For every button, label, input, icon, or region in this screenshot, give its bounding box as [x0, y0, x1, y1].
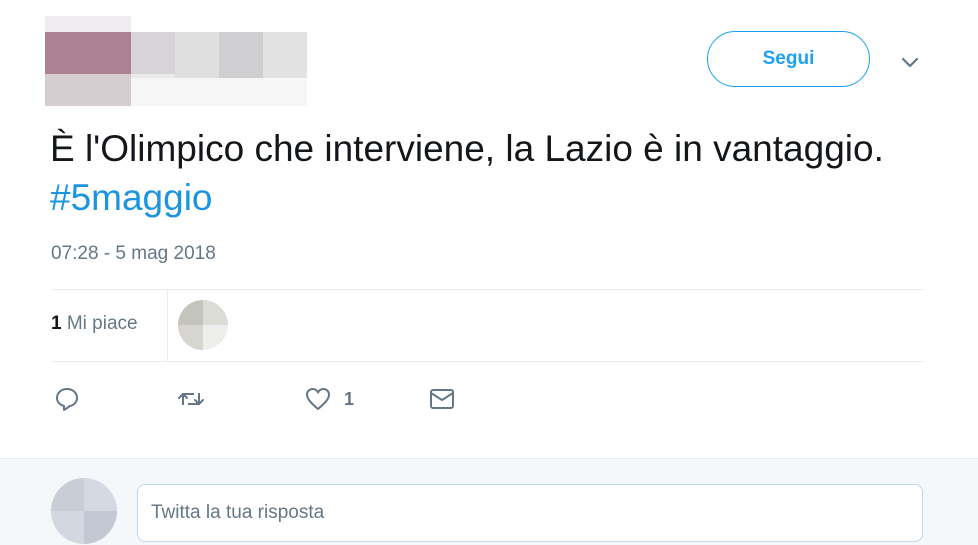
likes-count: 1: [51, 313, 62, 334]
likes-stat[interactable]: 1 Mi piace: [51, 313, 138, 335]
liker-avatar[interactable]: [178, 300, 228, 350]
likes-label: Mi piace: [66, 313, 138, 334]
envelope-icon: [430, 389, 454, 409]
tweet-text: È l'Olimpico che interviene, la Lazio è …: [50, 124, 910, 222]
stat-separator: [167, 290, 168, 361]
direct-message-action[interactable]: [428, 385, 456, 413]
censored-author-block[interactable]: [45, 16, 307, 106]
chevron-down-icon[interactable]: [898, 50, 922, 74]
reply-icon: [56, 388, 78, 411]
user-avatar: [51, 478, 117, 544]
like-action[interactable]: 1: [304, 385, 354, 413]
follow-button[interactable]: Segui: [707, 31, 870, 87]
reply-input[interactable]: [137, 484, 923, 542]
tweet-timestamp[interactable]: 07:28 - 5 mag 2018: [51, 243, 216, 265]
like-count: 1: [344, 388, 355, 409]
hashtag-link[interactable]: #5maggio: [50, 177, 213, 218]
tweet-body: È l'Olimpico che interviene, la Lazio è …: [50, 128, 884, 169]
heart-icon: [306, 388, 330, 410]
divider: [51, 289, 924, 290]
retweet-action[interactable]: [177, 385, 205, 413]
retweet-icon: [178, 393, 204, 405]
divider: [51, 361, 924, 362]
reply-action[interactable]: [53, 385, 81, 413]
